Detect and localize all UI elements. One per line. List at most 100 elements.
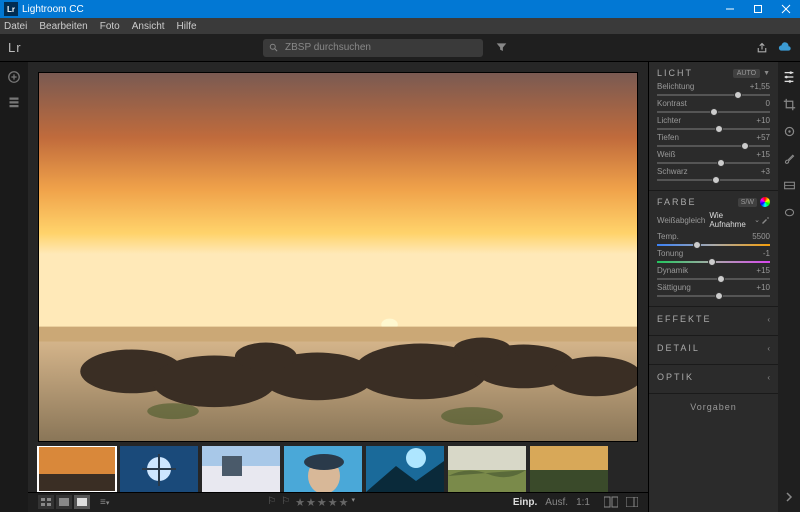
chevron-left-icon: ‹ [767,344,770,353]
slider-knob[interactable] [710,108,718,116]
radial-gradient-icon[interactable] [783,206,796,219]
thumbnail-7[interactable] [530,446,608,492]
slider-knob[interactable] [693,241,701,249]
view-photogrid-icon[interactable] [38,495,54,509]
edit-sliders-icon[interactable] [782,70,796,84]
my-photos-icon[interactable] [8,96,20,108]
section-optics-title: OPTIK [657,372,694,382]
color-mixer-icon[interactable] [760,197,770,207]
crop-icon[interactable] [783,98,796,111]
app-icon: Lr [4,2,18,16]
thumbnail-6[interactable] [448,446,526,492]
flag-reject-icon[interactable]: ⚐ [281,496,290,509]
maximize-button[interactable] [744,0,772,18]
zoom-fill[interactable]: Ausf. [545,497,568,508]
thumbnail-3[interactable] [202,446,280,492]
linear-gradient-icon[interactable] [783,179,796,192]
slider-knob[interactable] [715,292,723,300]
wb-value[interactable]: Wie Aufnahme [709,211,752,229]
eyedropper-icon[interactable] [760,215,770,225]
toggle-panel-icon[interactable] [784,492,794,502]
slider-schwarz[interactable]: Schwarz+3 [657,167,770,181]
search-input[interactable]: ZBSP durchsuchen [263,39,483,57]
add-photos-icon[interactable] [7,70,21,84]
slider-sättigung[interactable]: Sättigung+10 [657,283,770,297]
slider-temp.[interactable]: Temp.5500 [657,232,770,246]
view-squaregrid-icon[interactable] [56,495,72,509]
slider-belichtung[interactable]: Belichtung +1,55 [657,82,770,96]
star-5[interactable]: ★ [339,496,349,509]
slider-dynamik[interactable]: Dynamik+15 [657,266,770,280]
thumbnail-4[interactable] [284,446,362,492]
section-color-title[interactable]: FARBE [657,197,697,207]
slider-knob[interactable] [734,91,742,99]
search-icon [269,43,279,53]
edit-panel: LICHT AUTO ▼ Belichtung +1,55 Kontrast 0 L… [648,62,778,512]
auto-button[interactable]: AUTO [733,69,760,78]
topbar: Lr ZBSP durchsuchen [0,34,800,62]
slider-knob[interactable] [717,275,725,283]
thumbnail-5[interactable] [366,446,444,492]
minimize-button[interactable] [716,0,744,18]
zoom-fit[interactable]: Einp. [513,497,537,508]
menu-edit[interactable]: Bearbeiten [39,21,87,32]
slider-value: 0 [766,99,770,108]
share-icon[interactable] [756,42,768,54]
section-optics[interactable]: OPTIK‹ [649,365,778,394]
toggle-panels-icon[interactable] [626,497,638,507]
menu-help[interactable]: Hilfe [177,21,197,32]
star-4[interactable]: ★ [328,496,338,509]
slider-label: Belichtung [657,82,694,91]
slider-tonung[interactable]: Tonung-1 [657,249,770,263]
right-toolbar [778,62,800,512]
flag-pick-icon[interactable]: ⚐ [267,496,276,509]
star-2[interactable]: ★ [306,496,316,509]
original-toggle-icon[interactable] [604,496,618,508]
brush-icon[interactable] [783,152,796,165]
menu-view[interactable]: Ansicht [132,21,165,32]
light-menu-icon[interactable]: ▼ [763,70,770,77]
view-detail-icon[interactable] [74,495,90,509]
window-titlebar: Lr Lightroom CC [0,0,800,18]
thumbnail-1[interactable] [38,446,116,492]
section-light-title[interactable]: LICHT [657,68,693,78]
center-area: ≡▾ ⚐ ⚐ ★ ★ ★ ★ ★ ▾ Einp. Ausf. 1:1 [28,62,648,512]
section-color: FARBE S/W Weißabgleich Wie Aufnahme ⌄ Te… [649,191,778,307]
filter-button[interactable] [489,39,513,57]
section-detail[interactable]: DETAIL‹ [649,336,778,365]
slider-knob[interactable] [717,159,725,167]
slider-label: Lichter [657,116,681,125]
chevron-left-icon: ‹ [767,315,770,324]
slider-lichter[interactable]: Lichter+10 [657,116,770,130]
healing-brush-icon[interactable] [783,125,796,138]
star-dropdown[interactable]: ▾ [352,496,356,509]
menu-file[interactable]: Datei [4,21,27,32]
cloud-sync-icon[interactable] [778,42,792,54]
left-sidebar [0,62,28,512]
thumbnail-2[interactable] [120,446,198,492]
slider-knob[interactable] [712,176,720,184]
wb-label: Weißabgleich [657,216,705,225]
zoom-ratio[interactable]: 1:1 [576,497,590,508]
bw-button[interactable]: S/W [738,198,757,207]
close-button[interactable] [772,0,800,18]
slider-knob[interactable] [715,125,723,133]
app-logo: Lr [0,40,30,55]
slider-value: +57 [756,133,770,142]
slider-label: Kontrast [657,99,687,108]
slider-value: +1,55 [750,82,770,91]
slider-kontrast[interactable]: Kontrast 0 [657,99,770,113]
slider-value: +10 [756,283,770,292]
slider-tiefen[interactable]: Tiefen+57 [657,133,770,147]
section-effects[interactable]: EFFEKTE‹ [649,307,778,336]
slider-knob[interactable] [708,258,716,266]
slider-label: Temp. [657,232,679,241]
star-3[interactable]: ★ [317,496,327,509]
slider-knob[interactable] [741,142,749,150]
menu-photo[interactable]: Foto [100,21,120,32]
presets-button[interactable]: Vorgaben [649,394,778,420]
slider-weiß[interactable]: Weiß+15 [657,150,770,164]
main-image[interactable] [38,72,638,442]
sort-button[interactable]: ≡▾ [100,497,109,508]
star-1[interactable]: ★ [295,496,305,509]
